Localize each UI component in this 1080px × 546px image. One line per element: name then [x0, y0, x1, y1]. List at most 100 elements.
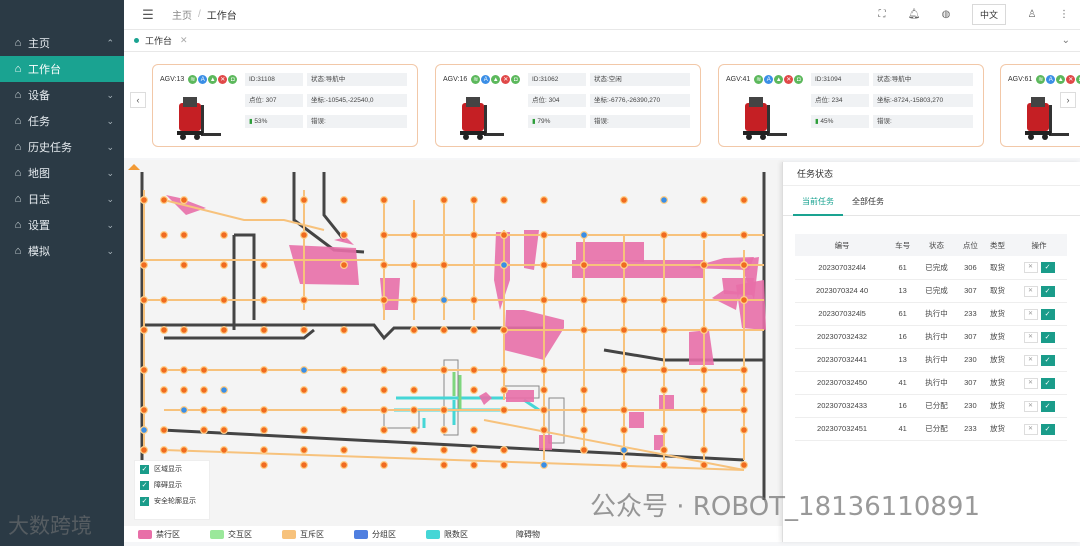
legend-toggle[interactable]: ✓ 安全轮廓显示 — [135, 493, 209, 509]
cancel-task-button[interactable]: ✕ — [1023, 354, 1038, 366]
cancel-task-button[interactable]: ✕ — [1023, 377, 1038, 389]
map-node — [470, 446, 479, 455]
confirm-task-button[interactable]: ✓ — [1040, 285, 1055, 297]
map-node — [540, 461, 549, 470]
map-node — [260, 195, 269, 204]
map-node — [440, 260, 449, 269]
confirm-task-button[interactable]: ✓ — [1040, 308, 1055, 320]
agv-forklift-image — [460, 97, 504, 140]
map-node — [260, 426, 269, 435]
close-icon[interactable]: ✕ — [180, 35, 188, 46]
table-cell: 41 — [889, 371, 917, 395]
breadcrumb-current: 工作台 — [206, 11, 237, 22]
map-node — [440, 461, 449, 470]
legend-toggle[interactable]: ✓ 障碍显示 — [135, 477, 209, 493]
warehouse-map[interactable]: ✓ 区域显示 ✓ 障碍显示 ✓ 安全轮廓显示 — [124, 160, 784, 542]
agv-error: 错误: — [873, 115, 973, 128]
bell-icon[interactable]: 🔔︎ — [898, 9, 930, 20]
confirm-task-button[interactable]: ✓ — [1040, 262, 1055, 274]
cancel-task-button[interactable]: ✕ — [1023, 308, 1038, 320]
menu-toggle-icon[interactable]: ☰ — [124, 7, 172, 23]
map-node — [440, 326, 449, 335]
chevron-down-icon[interactable]: ⌄ — [1062, 35, 1070, 46]
map-node — [380, 386, 389, 395]
agv-name: AGV:13 ≋ A ▲ ✕ ◘ — [160, 75, 238, 84]
map-node — [140, 195, 149, 204]
more-icon[interactable]: ⋮ — [1048, 9, 1080, 20]
map-node — [219, 426, 228, 435]
sidebar-item-4[interactable]: ⌂ 历史任务 ⌄ — [0, 134, 124, 160]
sidebar-item-2[interactable]: ⌂ 设备 ⌄ — [0, 82, 124, 108]
cancel-task-button[interactable]: ✕ — [1023, 331, 1038, 343]
agv-card[interactable]: AGV:13 ≋ A ▲ ✕ ◘ ID:31108 状态:导航中 点位: 307 坐标:-1054… — [152, 64, 418, 147]
tab-all-tasks[interactable]: 全部任务 — [843, 188, 893, 216]
home-icon: ⌂ — [14, 167, 22, 179]
table-cell: 306 — [956, 256, 984, 280]
agv-name: AGV:41 ≋ A ▲ ✕ ◘ — [726, 75, 804, 84]
agv-card[interactable]: AGV:41 ≋ A ▲ ✕ ◘ ID:31094 状态:导航中 点位: 234 坐标:-8724… — [718, 64, 984, 147]
map-node — [470, 195, 479, 204]
map-canvas[interactable] — [124, 160, 784, 542]
home-icon: ⌂ — [14, 63, 22, 75]
checkbox-checked-icon[interactable]: ✓ — [140, 480, 149, 490]
sidebar-item-5[interactable]: ⌂ 地图 ⌄ — [0, 160, 124, 186]
sidebar-item-1[interactable]: ⌂ 工作台 — [0, 56, 124, 82]
legend-toggle[interactable]: ✓ 区域显示 — [135, 461, 209, 477]
sidebar-item-3[interactable]: ⌂ 任务 ⌄ — [0, 108, 124, 134]
cancel-task-button[interactable]: ✕ — [1023, 423, 1038, 435]
cancel-task-button[interactable]: ✕ — [1023, 285, 1038, 297]
map-node — [219, 446, 228, 455]
map-node — [300, 326, 309, 335]
confirm-task-button[interactable]: ✓ — [1040, 423, 1055, 435]
fullscreen-icon[interactable]: ⛶ — [866, 9, 898, 20]
map-node — [620, 260, 629, 269]
breadcrumb-home[interactable]: 主页 — [172, 7, 192, 22]
map-node — [140, 406, 149, 415]
sidebar-item-7[interactable]: ⌂ 设置 ⌄ — [0, 212, 124, 238]
table-cell: 16 — [889, 394, 917, 418]
sidebar-item-6[interactable]: ⌂ 日志 ⌄ — [0, 186, 124, 212]
table-cell: 已分配 — [916, 417, 957, 441]
map-node — [179, 230, 188, 239]
confirm-task-button[interactable]: ✓ — [1040, 377, 1055, 389]
restricted-zone — [576, 242, 644, 262]
tab-current-tasks[interactable]: 当前任务 — [793, 188, 843, 216]
language-button[interactable]: 中文 — [971, 4, 1006, 25]
chevron-right-icon[interactable]: › — [1060, 92, 1076, 108]
sidebar-item-0[interactable]: ⌂ 主页 ⌃ — [0, 30, 124, 56]
task-table: 编号 车号 状态 点位 类型 操作 2023070324l4 61 已完成 306 取货 ✕ ✓ 202… — [795, 234, 1067, 441]
battery-icon: ▮ — [249, 118, 253, 125]
page-tabs-bar: 工作台 ✕ ⌄ — [124, 30, 1080, 52]
checkbox-checked-icon[interactable]: ✓ — [140, 464, 149, 474]
zone-label: 禁行区 — [156, 529, 180, 539]
action-cell: ✕ ✓ — [1011, 417, 1067, 441]
table-row: 2023070324l5 61 执行中 233 放货 ✕ ✓ — [795, 302, 1067, 326]
chevron-left-icon[interactable]: ‹ — [130, 92, 146, 108]
agv-coordinate: 坐标:-10545,-22540,0 — [307, 94, 407, 107]
map-node — [340, 230, 349, 239]
map-node — [470, 366, 479, 375]
map-node — [340, 461, 349, 470]
table-cell: 取货 — [983, 279, 1011, 303]
sidebar-item-8[interactable]: ⌂ 模拟 ⌄ — [0, 238, 124, 264]
cancel-task-button[interactable]: ✕ — [1023, 400, 1038, 412]
confirm-task-button[interactable]: ✓ — [1040, 400, 1055, 412]
map-node — [739, 461, 748, 470]
auto-mode-icon: A — [198, 75, 208, 84]
confirm-task-button[interactable]: ✓ — [1040, 331, 1055, 343]
checkbox-checked-icon[interactable]: ✓ — [140, 496, 149, 506]
map-node — [620, 426, 629, 435]
map-node — [580, 326, 589, 335]
map-node — [140, 326, 149, 335]
map-node — [540, 230, 549, 239]
agv-card[interactable]: AGV:16 ≋ A ▲ ✕ ◘ ID:31062 状态:空闲 点位: 304 坐标:-6776,… — [435, 64, 701, 147]
stop-icon: ✕ — [218, 75, 228, 84]
tab-workbench[interactable]: 工作台 ✕ — [124, 34, 198, 47]
globe-icon[interactable]: ◍ — [930, 9, 962, 20]
user-icon[interactable]: ♙ — [1016, 9, 1048, 20]
map-node — [540, 260, 549, 269]
confirm-task-button[interactable]: ✓ — [1040, 354, 1055, 366]
cancel-task-button[interactable]: ✕ — [1023, 262, 1038, 274]
map-node — [739, 426, 748, 435]
table-cell: 已分配 — [916, 394, 957, 418]
